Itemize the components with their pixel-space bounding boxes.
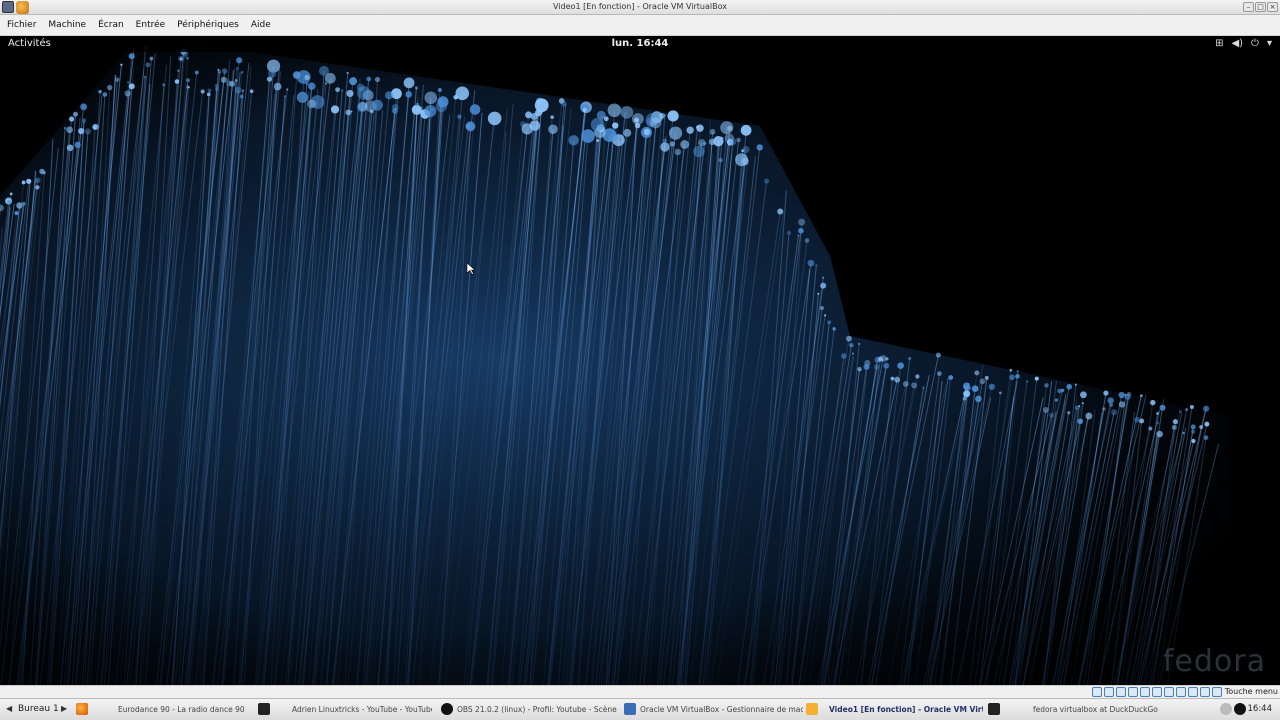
taskbar-item[interactable]: fedora virtualbox at DuckDuckGo [1033,702,1163,718]
menu-bar: Fichier Machine Écran Entrée Périphériqu… [0,15,1280,36]
desktop-switcher[interactable]: Bureau 1 [18,704,59,714]
video-capture-icon[interactable] [1176,687,1186,697]
menu-ecran[interactable]: Écran [93,15,129,35]
vivaldi-icon [988,703,1000,715]
host-taskbar: ◀ Bureau 1 ▶ Eurodance 90 - La radio dan… [0,698,1280,720]
obs-icon [441,703,453,715]
vivaldi-icon [258,703,270,715]
host-clock[interactable]: 16:44 [1248,704,1273,714]
window-titlebar[interactable]: Video1 [En fonction] - Oracle VM Virtual… [0,0,1280,15]
system-tray[interactable]: ⊞ ◀) ⏻ ▾ [1215,38,1272,49]
virtualbox-icon [624,703,636,715]
menu-fichier[interactable]: Fichier [2,15,41,35]
maximize-button[interactable]: □ [1255,2,1266,12]
taskbar-item[interactable]: Eurodance 90 - La radio dance 90 [118,702,253,718]
optical-drive-icon[interactable] [1104,687,1114,697]
fiber-optic-wallpaper [0,36,1280,685]
firefox-icon [76,703,88,715]
guest-display[interactable]: Activités lun. 16:44 ⊞ ◀) ⏻ ▾ fedora [0,36,1280,685]
audio-icon[interactable] [1116,687,1126,697]
guest-clock[interactable]: lun. 16:44 [0,38,1280,49]
network-adapter-icon[interactable] [1128,687,1138,697]
menu-aide[interactable]: Aide [246,15,276,35]
desktop-prev-icon[interactable]: ◀ [6,704,12,713]
volume-icon[interactable]: ◀) [1231,38,1243,49]
desktop-next-icon[interactable]: ▶ [61,704,67,713]
close-button[interactable]: × [1267,2,1278,12]
cpu-icon[interactable] [1188,687,1198,697]
chevron-down-icon[interactable]: ▾ [1267,38,1272,49]
keyboard-icon[interactable] [1212,687,1222,697]
window-title: Video1 [En fonction] - Oracle VM Virtual… [553,2,727,11]
mouse-cursor-icon [467,263,475,275]
taskbar-item[interactable]: Oracle VM VirtualBox - Gestionnaire de m… [640,702,803,718]
power-icon[interactable]: ⏻ [1251,38,1259,49]
minimize-button[interactable]: – [1243,2,1254,12]
menu-peripheriques[interactable]: Périphériques [172,15,244,35]
vm-status-bar: Touche menu [0,685,1280,698]
host-key-label: Touche menu [1224,687,1278,696]
menu-entree[interactable]: Entrée [131,15,171,35]
mouse-integration-icon[interactable] [1200,687,1210,697]
display-icon[interactable] [1164,687,1174,697]
network-icon[interactable]: ⊞ [1215,38,1223,49]
menu-machine[interactable]: Machine [43,15,91,35]
usb-icon[interactable] [1140,687,1150,697]
virtualbox-vm-icon [806,703,818,715]
tray-app-icon[interactable] [1220,703,1232,715]
taskbar-item-active[interactable]: Video1 [En fonction] - Oracle VM Virtual… [829,702,983,718]
tray-obs-icon[interactable] [1234,703,1246,715]
hard-disk-icon[interactable] [1092,687,1102,697]
shared-folders-icon[interactable] [1152,687,1162,697]
fedora-logo: fedora [1162,644,1266,679]
taskbar-item[interactable]: OBS 21.0.2 (linux) - Profil: Youtube - S… [457,702,617,718]
gnome-top-bar: Activités lun. 16:44 ⊞ ◀) ⏻ ▾ [0,36,1280,52]
taskbar-item[interactable]: Adrien Linuxtricks - YouTube - YouTube [292,702,432,718]
